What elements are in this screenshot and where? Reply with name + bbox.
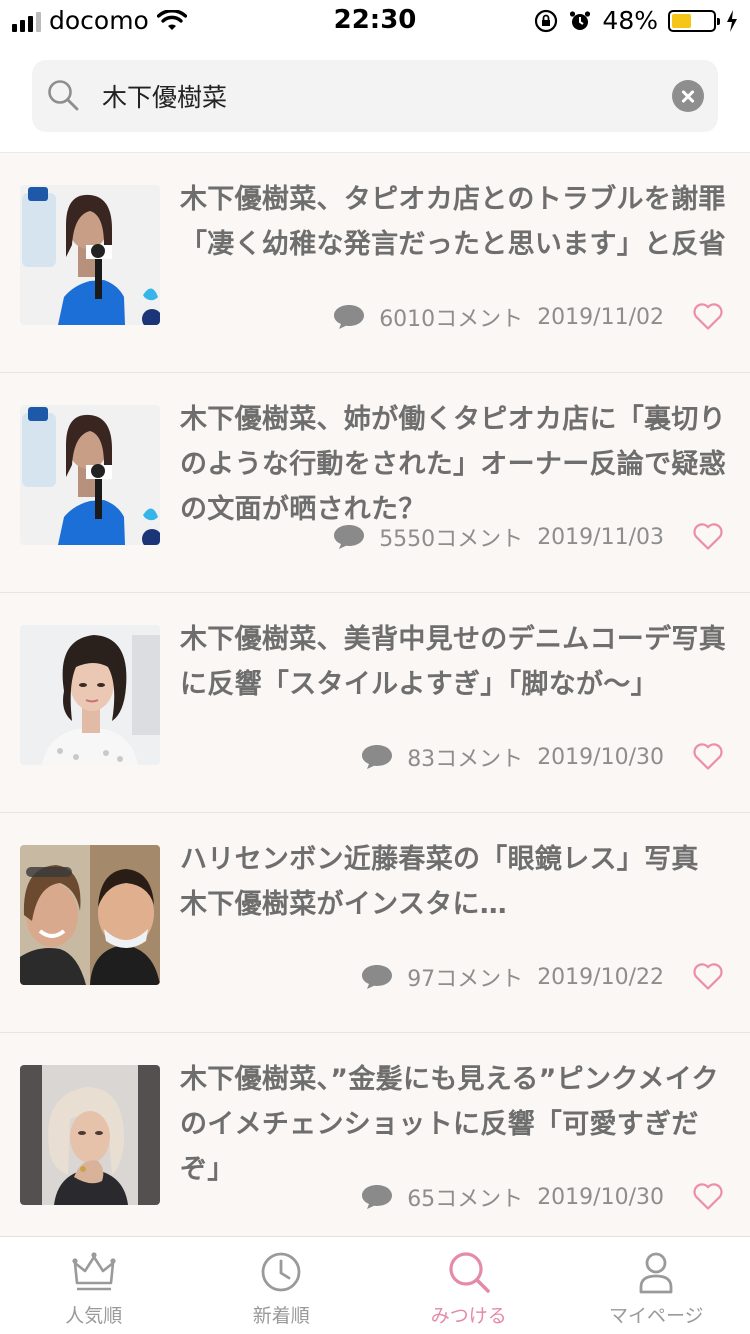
tab-label: マイページ	[608, 1305, 704, 1327]
list-item[interactable]: ハリセンボン近藤春菜の「眼鏡レス」写真 木下優樹菜がインスタに… 97コメント …	[0, 813, 750, 1033]
article-thumbnail[interactable]	[20, 405, 160, 545]
heart-icon[interactable]	[692, 741, 724, 771]
comment-icon	[362, 1185, 393, 1209]
article-thumbnail[interactable]	[20, 845, 160, 985]
charging-bolt-icon	[727, 9, 737, 32]
heart-icon[interactable]	[692, 1181, 724, 1211]
photo-woman-blonde-icon	[20, 1065, 160, 1205]
photo-woman-blue-dress-icon	[20, 185, 160, 325]
battery-percent: 48%	[602, 6, 658, 35]
list-item[interactable]: 木下優樹菜、美背中見せのデニムコーデ写真に反響「スタイルよすぎ」「脚なが〜」 8…	[0, 593, 750, 813]
status-right: 48%	[534, 6, 738, 35]
tab-mypage[interactable]: マイページ	[563, 1237, 750, 1334]
tab-discover[interactable]: みつける	[375, 1237, 563, 1334]
article-date: 2019/10/30	[537, 744, 664, 770]
article-list[interactable]: 木下優樹菜、タピオカ店とのトラブルを謝罪「凄く幼稚な発言だったと思います」と反省…	[0, 152, 750, 1236]
alarm-icon	[570, 10, 591, 30]
comment-count: 5550コメント	[379, 527, 524, 552]
person-icon	[639, 1252, 673, 1294]
search-icon	[48, 80, 79, 111]
clock-icon	[261, 1252, 301, 1292]
photo-woman-blue-dress-icon	[20, 405, 160, 545]
article-date: 2019/11/03	[537, 524, 664, 550]
article-meta: 5550コメント 2019/11/03	[333, 521, 664, 553]
battery-icon	[668, 9, 720, 32]
article-title[interactable]: 木下優樹菜、姉が働くタピオカ店に「裏切りのような行動をされた」オーナー反論で疑惑…	[180, 397, 728, 532]
article-thumbnail[interactable]	[20, 185, 160, 325]
crown-icon	[72, 1252, 116, 1291]
tab-bar: 人気順 新着順 みつける マイページ	[0, 1236, 750, 1334]
article-title[interactable]: 木下優樹菜、美背中見せのデニムコーデ写真に反響「スタイルよすぎ」「脚なが〜」	[180, 617, 728, 707]
comment-count: 6010コメント	[379, 307, 524, 332]
comment-icon	[334, 305, 365, 329]
article-date: 2019/11/02	[537, 304, 664, 330]
comment-count: 65コメント	[407, 1187, 524, 1212]
status-bar: docomo 22:30 48%	[0, 0, 750, 40]
article-thumbnail[interactable]	[20, 625, 160, 765]
tab-newest[interactable]: 新着順	[188, 1237, 376, 1334]
article-meta: 97コメント 2019/10/22	[361, 961, 664, 993]
heart-icon[interactable]	[692, 961, 724, 991]
list-item[interactable]: 木下優樹菜、”金髪にも見える”ピンクメイクのイメチェンショットに反響「可愛すぎだ…	[0, 1033, 750, 1236]
article-thumbnail[interactable]	[20, 1065, 160, 1205]
clear-search-button[interactable]	[672, 80, 704, 112]
tab-label: 新着順	[252, 1305, 310, 1327]
tab-label: みつける	[430, 1305, 507, 1327]
search-input[interactable]	[102, 60, 662, 132]
article-meta: 83コメント 2019/10/30	[361, 741, 664, 773]
article-meta: 65コメント 2019/10/30	[361, 1181, 664, 1213]
comment-icon	[362, 745, 393, 769]
comment-count: 97コメント	[407, 967, 524, 992]
heart-icon[interactable]	[692, 301, 724, 331]
search-icon	[449, 1252, 490, 1293]
list-item[interactable]: 木下優樹菜、姉が働くタピオカ店に「裏切りのような行動をされた」オーナー反論で疑惑…	[0, 373, 750, 593]
heart-icon[interactable]	[692, 521, 724, 551]
article-title[interactable]: 木下優樹菜、タピオカ店とのトラブルを謝罪「凄く幼稚な発言だったと思います」と反省	[180, 177, 728, 267]
rotation-lock-icon	[535, 9, 558, 32]
comment-icon	[334, 525, 365, 549]
tab-label: 人気順	[65, 1305, 123, 1327]
article-meta: 6010コメント 2019/11/02	[333, 301, 664, 333]
battery-level	[672, 13, 692, 28]
article-date: 2019/10/22	[537, 964, 664, 990]
comment-count: 83コメント	[407, 747, 524, 772]
comment-icon	[362, 965, 393, 989]
article-title[interactable]: 木下優樹菜、”金髪にも見える”ピンクメイクのイメチェンショットに反響「可愛すぎだ…	[180, 1057, 728, 1192]
photo-woman-portrait-icon	[20, 625, 160, 765]
article-title[interactable]: ハリセンボン近藤春菜の「眼鏡レス」写真 木下優樹菜がインスタに…	[180, 837, 728, 927]
article-date: 2019/10/30	[537, 1184, 664, 1210]
list-item[interactable]: 木下優樹菜、タピオカ店とのトラブルを謝罪「凄く幼稚な発言だったと思います」と反省…	[0, 153, 750, 373]
photo-two-people-selfie-icon	[20, 845, 160, 985]
tab-popular[interactable]: 人気順	[0, 1237, 188, 1334]
search-bar[interactable]	[32, 60, 718, 132]
